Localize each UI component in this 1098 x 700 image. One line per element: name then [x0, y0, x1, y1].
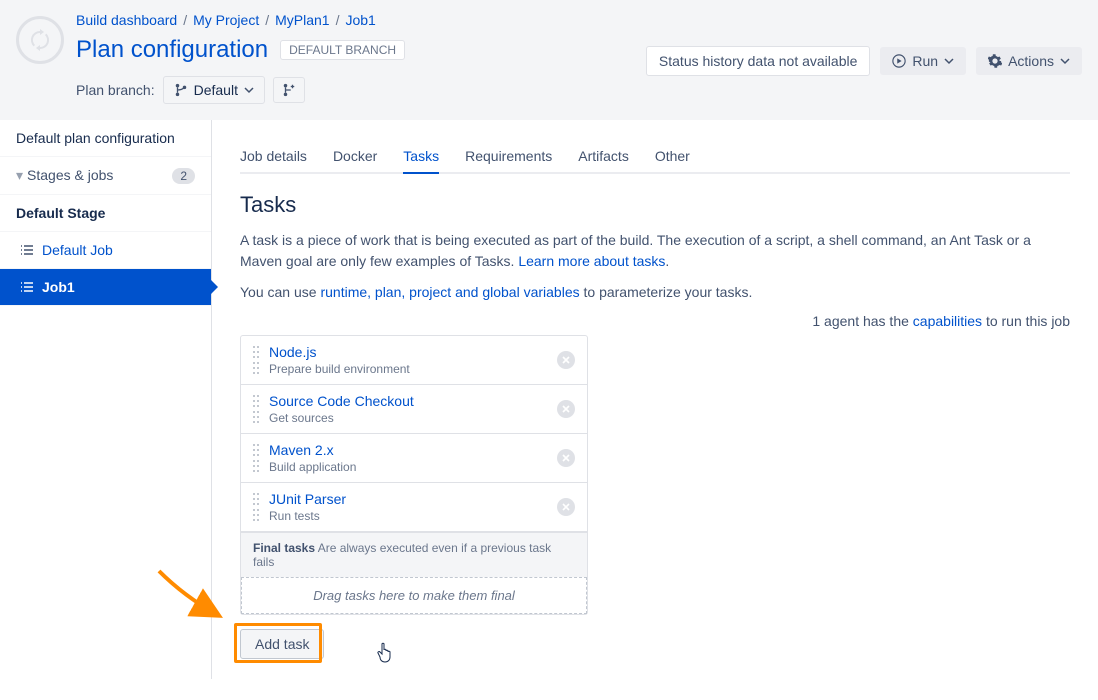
final-tasks-header: Final tasks Are always executed even if …: [241, 532, 587, 577]
plan-branch-label: Plan branch:: [76, 82, 155, 98]
sidebar-item-label[interactable]: Default Job: [42, 242, 113, 258]
branch-icon: [174, 83, 188, 97]
task-title: Node.js: [269, 344, 557, 360]
remove-task-button[interactable]: [557, 449, 575, 467]
sidebar-item-label: Default plan configuration: [16, 130, 175, 146]
sidebar-stage[interactable]: Default Stage: [0, 195, 211, 232]
task-title: Maven 2.x: [269, 442, 557, 458]
add-task-button[interactable]: Add task: [240, 629, 324, 659]
collapse-caret-icon: ▾: [16, 167, 23, 183]
tasks-description: A task is a piece of work that is being …: [240, 230, 1070, 272]
run-button[interactable]: Run: [880, 47, 966, 75]
task-title: Source Code Checkout: [269, 393, 557, 409]
stages-count-badge: 2: [172, 168, 195, 184]
sidebar-job-default[interactable]: Default Job: [0, 232, 211, 269]
drag-handle-icon[interactable]: [253, 395, 259, 423]
capabilities-link[interactable]: capabilities: [913, 313, 982, 329]
tab-tasks[interactable]: Tasks: [403, 140, 439, 172]
final-tasks-drop-zone[interactable]: Drag tasks here to make them final: [241, 577, 587, 614]
close-icon: [562, 356, 570, 364]
tab-docker[interactable]: Docker: [333, 140, 377, 172]
close-icon: [562, 405, 570, 413]
remove-task-button[interactable]: [557, 400, 575, 418]
sidebar-section-stages-jobs[interactable]: ▾Stages & jobs 2: [0, 157, 211, 195]
page-title: Plan configuration: [76, 36, 268, 64]
drag-handle-icon[interactable]: [253, 493, 259, 521]
sidebar-item-label: Default Stage: [16, 205, 105, 221]
tab-other[interactable]: Other: [655, 140, 690, 172]
sidebar-item-default-plan[interactable]: Default plan configuration: [0, 120, 211, 157]
list-icon: [20, 281, 34, 293]
drag-handle-icon[interactable]: [253, 444, 259, 472]
breadcrumb-link[interactable]: Job1: [345, 12, 375, 28]
close-icon: [562, 503, 570, 511]
create-branch-button[interactable]: [273, 77, 305, 103]
branch-select[interactable]: Default: [163, 76, 265, 104]
agent-capabilities-row: 1 agent has the capabilities to run this…: [240, 313, 1070, 329]
task-title: JUnit Parser: [269, 491, 557, 507]
branch-plus-icon: [282, 83, 296, 97]
task-subtitle: Get sources: [269, 411, 557, 425]
actions-button[interactable]: Actions: [976, 47, 1082, 75]
chevron-down-icon: [244, 85, 254, 95]
section-title: Tasks: [240, 192, 1070, 218]
branch-select-value: Default: [194, 82, 238, 98]
sidebar-item-label: Job1: [42, 279, 75, 295]
tab-artifacts[interactable]: Artifacts: [578, 140, 629, 172]
task-item[interactable]: Node.js Prepare build environment: [241, 336, 587, 385]
sidebar-item-label: Stages & jobs: [27, 167, 113, 183]
breadcrumb-link[interactable]: Build dashboard: [76, 12, 177, 28]
run-label: Run: [912, 53, 938, 69]
tab-job-details[interactable]: Job details: [240, 140, 307, 172]
task-item[interactable]: Source Code Checkout Get sources: [241, 385, 587, 434]
task-subtitle: Prepare build environment: [269, 362, 557, 376]
gear-icon: [988, 54, 1002, 68]
chevron-down-icon: [944, 56, 954, 66]
status-history-button[interactable]: Status history data not available: [646, 46, 870, 76]
breadcrumb: Build dashboard / My Project / MyPlan1 /…: [76, 12, 405, 28]
close-icon: [562, 454, 570, 462]
remove-task-button[interactable]: [557, 351, 575, 369]
learn-more-link[interactable]: Learn more about tasks: [518, 253, 665, 269]
breadcrumb-link[interactable]: MyPlan1: [275, 12, 329, 28]
remove-task-button[interactable]: [557, 498, 575, 516]
variables-link[interactable]: runtime, plan, project and global variab…: [320, 284, 579, 300]
main-content: Job details Docker Tasks Requirements Ar…: [212, 120, 1098, 679]
chevron-down-icon: [1060, 56, 1070, 66]
app-logo: [16, 16, 64, 64]
task-item[interactable]: Maven 2.x Build application: [241, 434, 587, 483]
tasks-description-2: You can use runtime, plan, project and g…: [240, 282, 1070, 303]
task-list-panel: Node.js Prepare build environment Source…: [240, 335, 588, 615]
list-icon: [20, 244, 34, 256]
drag-handle-icon[interactable]: [253, 346, 259, 374]
sidebar-job-selected[interactable]: Job1: [0, 269, 211, 306]
task-item[interactable]: JUnit Parser Run tests: [241, 483, 587, 532]
branch-badge: DEFAULT BRANCH: [280, 40, 405, 60]
play-icon: [892, 54, 906, 68]
task-subtitle: Run tests: [269, 509, 557, 523]
actions-label: Actions: [1008, 53, 1054, 69]
sidebar: Default plan configuration ▾Stages & job…: [0, 120, 212, 679]
breadcrumb-link[interactable]: My Project: [193, 12, 259, 28]
tab-requirements[interactable]: Requirements: [465, 140, 552, 172]
page-header: Build dashboard / My Project / MyPlan1 /…: [0, 0, 1098, 120]
tab-bar: Job details Docker Tasks Requirements Ar…: [240, 140, 1070, 174]
task-subtitle: Build application: [269, 460, 557, 474]
